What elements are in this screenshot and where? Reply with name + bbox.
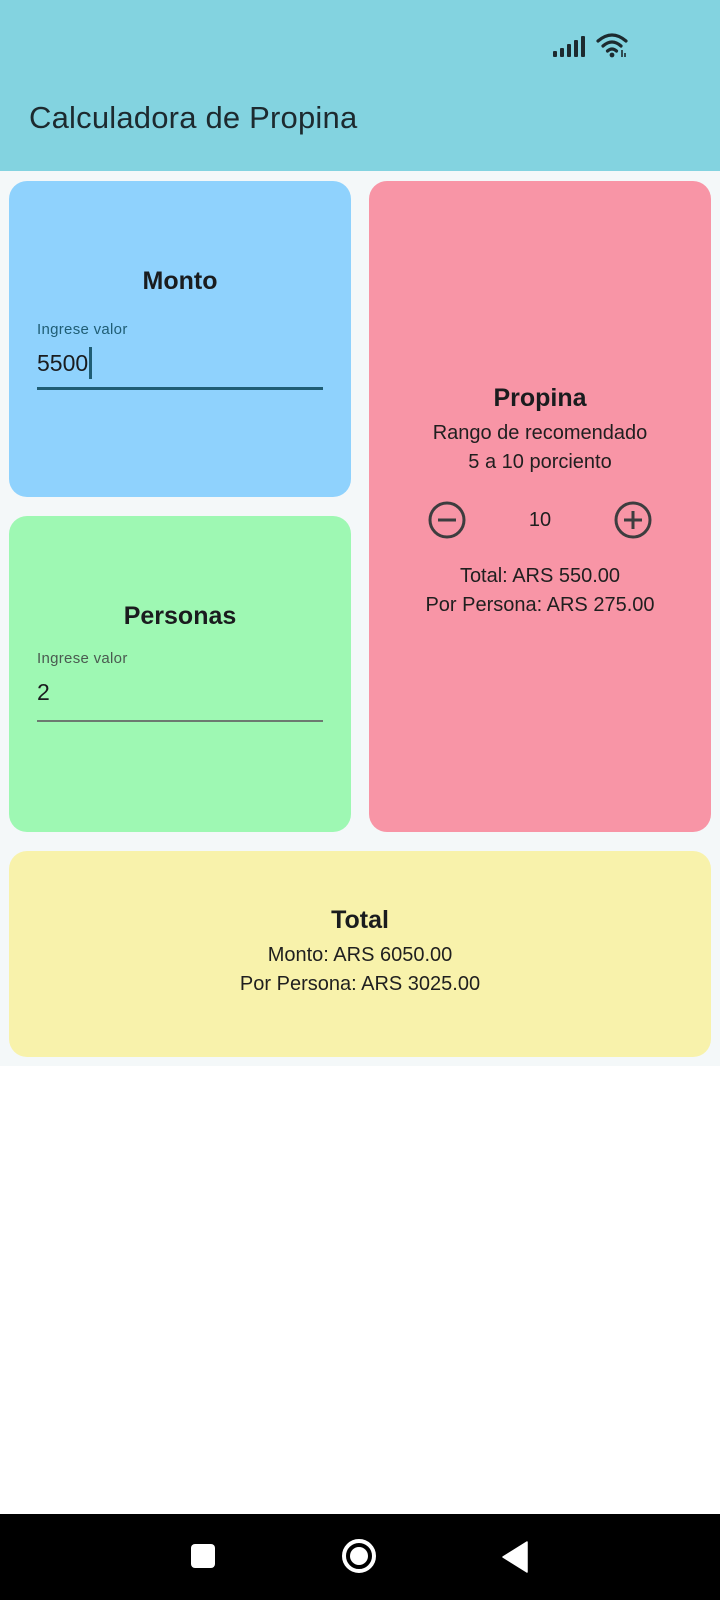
total-per-person: Por Persona: ARS 3025.00 [239, 973, 481, 995]
monto-field[interactable]: Ingrese valor 5500 [37, 321, 323, 390]
home-button[interactable] [341, 1538, 377, 1579]
propina-range-label: Rango de recomendado [432, 422, 648, 444]
monto-input-value: 5500 [37, 349, 89, 376]
app-bar: Calculadora de Propina [0, 0, 720, 171]
content-area: Monto Ingrese valor 5500 Personas Ingres… [0, 171, 720, 1066]
total-card: Total Monto: ARS 6050.00 Por Persona: AR… [9, 851, 711, 1057]
personas-field[interactable]: Ingrese valor 2 [37, 650, 323, 722]
app-screen: Calculadora de Propina Monto Ingrese val… [0, 0, 720, 1600]
personas-input[interactable]: 2 [37, 675, 323, 709]
personas-title: Personas [123, 602, 237, 630]
propina-card: Propina Rango de recomendado 5 a 10 porc… [369, 181, 711, 832]
total-title: Total [331, 906, 389, 934]
wifi-icon [596, 33, 628, 58]
monto-field-label: Ingrese valor [37, 321, 128, 338]
back-icon [502, 1541, 528, 1573]
signal-icon [553, 36, 585, 57]
personas-field-label: Ingrese valor [37, 650, 128, 667]
propina-per-person: Por Persona: ARS 275.00 [425, 594, 655, 616]
decrease-button[interactable] [427, 500, 467, 540]
percent-stepper: 10 [427, 499, 653, 541]
propina-total: Total: ARS 550.00 [459, 565, 621, 587]
monto-card: Monto Ingrese valor 5500 [9, 181, 351, 497]
propina-title: Propina [493, 384, 587, 412]
personas-field-underline [37, 720, 323, 722]
personas-card: Personas Ingrese valor 2 [9, 516, 351, 832]
monto-title: Monto [142, 267, 218, 295]
propina-range-value: 5 a 10 porciento [468, 451, 612, 473]
plus-circle-icon [614, 501, 652, 539]
monto-input[interactable]: 5500 [37, 346, 323, 380]
percent-value: 10 [528, 508, 552, 531]
total-monto: Monto: ARS 6050.00 [267, 944, 453, 966]
personas-input-value: 2 [37, 678, 50, 705]
back-button[interactable] [502, 1541, 528, 1578]
text-caret [89, 347, 93, 379]
recents-button[interactable] [190, 1543, 216, 1574]
app-title: Calculadora de Propina [29, 100, 358, 135]
increase-button[interactable] [613, 500, 653, 540]
recents-icon [191, 1544, 215, 1568]
monto-field-underline [37, 387, 323, 390]
home-icon [342, 1539, 376, 1573]
navigation-bar [0, 1514, 720, 1600]
status-bar-icons [552, 32, 628, 58]
minus-circle-icon [428, 501, 466, 539]
